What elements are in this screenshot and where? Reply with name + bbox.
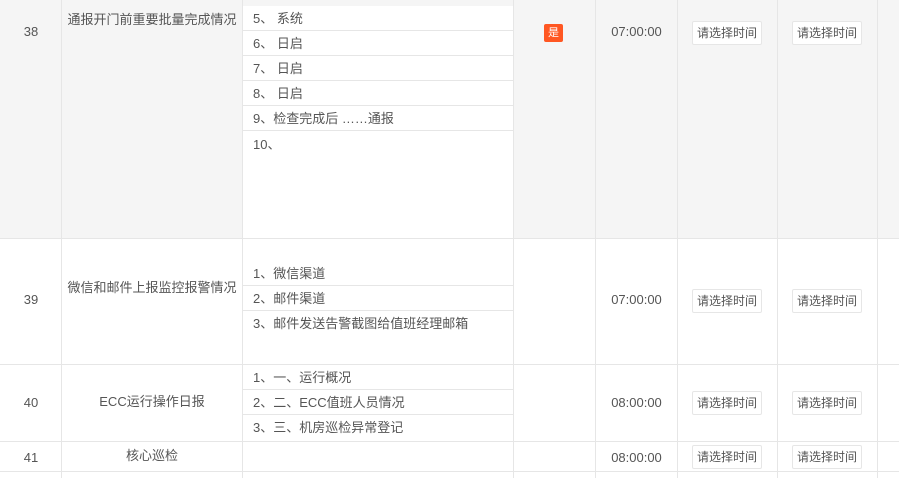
- row-number: 39: [23, 292, 39, 307]
- row-number: 40: [23, 395, 39, 410]
- table-row: 41 核心巡检 08:00:00 请选择时间 请选择时间: [0, 442, 899, 472]
- task-table: 38 通报开门前重要批量完成情况 5、 系统 6、 日启 7、 日启 8、 日启…: [0, 0, 899, 478]
- table-row: 40 ECC运行操作日报 1、一、运行概况 2、二、ECC值班人员情况 3、三、…: [0, 365, 899, 442]
- time-value: 07:00:00: [611, 24, 662, 39]
- status-badge: 是: [544, 24, 563, 42]
- list-item: 8、 日启: [243, 81, 513, 106]
- check-item-list: 5、 系统 6、 日启 7、 日启 8、 日启 9、检查完成后 ……通报 10、: [243, 6, 513, 238]
- column-divider: [242, 0, 243, 478]
- select-time-button[interactable]: 请选择时间: [692, 289, 762, 313]
- list-item: 2、二、ECC值班人员情况: [243, 390, 513, 415]
- time-value: 07:00:00: [611, 292, 662, 307]
- table-row: 38 通报开门前重要批量完成情况 5、 系统 6、 日启 7、 日启 8、 日启…: [0, 0, 899, 239]
- select-time-button[interactable]: 请选择时间: [792, 289, 862, 313]
- column-divider: [877, 0, 878, 478]
- row-number: 38: [23, 24, 39, 39]
- list-item: 3、三、机房巡检异常登记: [253, 420, 404, 435]
- column-divider: [595, 0, 596, 478]
- check-item-list: 1、一、运行概况 2、二、ECC值班人员情况 3、三、机房巡检异常登记: [243, 365, 513, 440]
- column-divider: [513, 0, 514, 478]
- select-time-button[interactable]: 请选择时间: [792, 21, 862, 45]
- column-divider: [677, 0, 678, 478]
- time-value: 08:00:00: [611, 450, 662, 465]
- select-time-button[interactable]: 请选择时间: [792, 391, 862, 415]
- select-time-button[interactable]: 请选择时间: [792, 445, 862, 469]
- task-name: 核心巡检: [125, 448, 178, 463]
- select-time-button[interactable]: 请选择时间: [692, 445, 762, 469]
- column-divider: [777, 0, 778, 478]
- select-time-button[interactable]: 请选择时间: [692, 391, 762, 415]
- list-item: 1、微信渠道: [243, 261, 513, 286]
- table-row: 39 微信和邮件上报监控报警情况 1、微信渠道 2、邮件渠道 3、邮件发送告警截…: [0, 239, 899, 365]
- list-item: 10、: [253, 137, 281, 152]
- list-item: 1、一、运行概况: [243, 365, 513, 390]
- column-divider: [61, 0, 62, 478]
- list-item: 2、邮件渠道: [243, 286, 513, 311]
- select-time-button[interactable]: 请选择时间: [692, 21, 762, 45]
- list-item: 6、 日启: [243, 31, 513, 56]
- check-item-list: 1、微信渠道 2、邮件渠道 3、邮件发送告警截图给值班经理邮箱: [243, 261, 513, 336]
- time-value: 08:00:00: [611, 395, 662, 410]
- list-item: 5、 系统: [243, 6, 513, 31]
- task-name: 微信和邮件上报监控报警情况: [67, 280, 237, 295]
- task-name: 通报开门前重要批量完成情况: [67, 12, 237, 27]
- list-item: 7、 日启: [243, 56, 513, 81]
- row-number: 41: [23, 450, 39, 465]
- task-name: ECC运行操作日报: [99, 394, 205, 409]
- list-item: 9、检查完成后 ……通报: [243, 106, 513, 131]
- list-item: 3、邮件发送告警截图给值班经理邮箱: [253, 316, 469, 331]
